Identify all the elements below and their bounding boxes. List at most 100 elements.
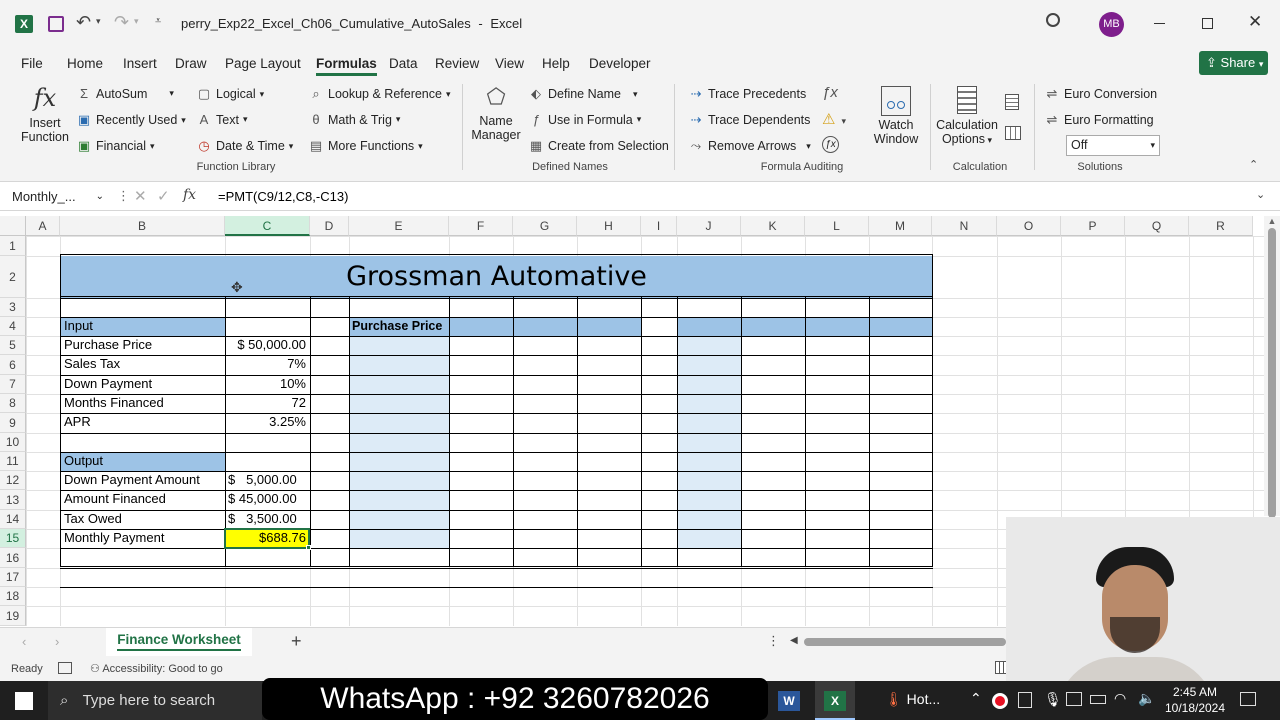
define-name-button[interactable]: ⬖ Define Name ▾	[528, 86, 637, 102]
lookup-reference-button[interactable]: ⌕ Lookup & Reference ▾	[308, 86, 450, 102]
more-options-icon[interactable]: ⋮	[117, 188, 130, 204]
undo-dropdown-icon[interactable]: ▾	[96, 16, 101, 27]
row-header-7[interactable]: 7	[0, 375, 26, 394]
column-header-i[interactable]: I	[641, 216, 677, 236]
row-header-1[interactable]: 1	[0, 236, 26, 256]
taskbar-search-box[interactable]: ⌕ Type here to search	[48, 681, 262, 720]
column-header-o[interactable]: O	[997, 216, 1061, 236]
row-header-16[interactable]: 16	[0, 548, 26, 568]
microphone-icon[interactable]: 🎙	[1044, 691, 1062, 708]
tab-options-icon[interactable]: ⋮	[767, 633, 780, 649]
input-label-sales-tax[interactable]: Sales Tax	[61, 355, 225, 373]
output-label-down-payment-amount[interactable]: Down Payment Amount	[61, 471, 225, 489]
undo-icon[interactable]: ↶	[76, 12, 91, 33]
tab-file[interactable]: File	[21, 56, 43, 71]
error-checking-icon[interactable]: ⚠ ▾	[822, 110, 846, 128]
show-formulas-icon[interactable]: ƒx	[822, 84, 838, 101]
row-header-9[interactable]: 9	[0, 413, 26, 433]
math-trig-button[interactable]: θ Math & Trig ▾	[308, 112, 400, 127]
restore-button[interactable]	[1202, 18, 1213, 29]
column-header-l[interactable]: L	[805, 216, 869, 236]
column-header-f[interactable]: F	[449, 216, 513, 236]
row-header-8[interactable]: 8	[0, 394, 26, 413]
windows-start-icon[interactable]	[15, 692, 33, 710]
title-cell[interactable]: Grossman Automative	[61, 257, 932, 296]
battery-icon[interactable]	[1090, 695, 1106, 704]
row-header-15[interactable]: 15	[0, 529, 26, 548]
more-functions-button[interactable]: ▤ More Functions ▾	[308, 138, 423, 154]
euro-select-dropdown[interactable]: Off ▾	[1066, 135, 1160, 156]
avatar[interactable]: MB	[1099, 12, 1124, 37]
column-header-d[interactable]: D	[310, 216, 349, 236]
sheet-tab-finance-worksheet[interactable]: Finance Worksheet	[106, 628, 252, 656]
notification-icon[interactable]	[1240, 692, 1256, 706]
input-value-months-financed[interactable]: 72	[225, 394, 309, 412]
text-button[interactable]: A Text ▾	[196, 112, 248, 127]
tab-review[interactable]: Review	[435, 56, 479, 71]
accessibility-status[interactable]: ⚇ Accessibility: Good to go	[90, 662, 223, 675]
logical-button[interactable]: ▢ Logical ▾	[196, 86, 264, 102]
column-header-k[interactable]: K	[741, 216, 805, 236]
calculate-sheet-icon[interactable]	[1005, 126, 1021, 140]
calculation-options-button[interactable]: Calculation Options ▾	[936, 86, 998, 146]
excel-taskbar-icon[interactable]: X	[815, 681, 855, 720]
insert-function-button[interactable]: fx Insert Function	[18, 84, 72, 144]
create-from-selection-button[interactable]: ▦ Create from Selection	[528, 138, 669, 154]
tab-view[interactable]: View	[495, 56, 524, 71]
output-value-down-payment-amount[interactable]: $ 5,000.00	[225, 471, 309, 489]
input-label-apr[interactable]: APR	[61, 413, 225, 431]
volume-icon[interactable]: 🔈	[1138, 690, 1155, 707]
name-box[interactable]: Monthly_... ⌄	[6, 187, 108, 207]
column-header-a[interactable]: A	[26, 216, 60, 236]
row-header-3[interactable]: 3	[0, 298, 26, 317]
add-sheet-icon[interactable]: +	[291, 631, 302, 652]
redo-dropdown-icon[interactable]: ▾	[134, 16, 139, 27]
purchase-price-header-cell[interactable]: Purchase Price	[349, 317, 449, 335]
column-header-m[interactable]: M	[869, 216, 932, 236]
row-header-14[interactable]: 14	[0, 510, 26, 529]
vertical-scrollbar-track[interactable]: ▲	[1264, 216, 1280, 518]
evaluate-formula-icon[interactable]: ƒx	[822, 136, 839, 153]
row-header-6[interactable]: 6	[0, 355, 26, 375]
euro-conversion-button[interactable]: ⇌ Euro Conversion	[1044, 86, 1158, 102]
date-time-button[interactable]: ◷ Date & Time ▾	[196, 138, 293, 154]
column-header-h[interactable]: H	[577, 216, 641, 236]
expand-formula-bar-icon[interactable]: ⌄	[1256, 188, 1265, 201]
output-label-amount-financed[interactable]: Amount Financed	[61, 490, 225, 508]
meet-icon[interactable]	[1066, 692, 1082, 706]
column-header-j[interactable]: J	[677, 216, 741, 236]
formula-input[interactable]: =PMT(C9/12,C8,-C13)	[218, 189, 348, 204]
clock[interactable]: 2:45 AM 10/18/2024	[1160, 684, 1230, 716]
record-icon[interactable]	[992, 693, 1008, 709]
share-button[interactable]: ⇪ Share ▾	[1199, 51, 1268, 75]
tab-page-layout[interactable]: Page Layout	[225, 56, 301, 71]
row-header-10[interactable]: 10	[0, 433, 26, 452]
autosum-button[interactable]: Σ AutoSum ▾	[76, 86, 174, 101]
recently-used-button[interactable]: ▣ Recently Used ▾	[76, 112, 186, 128]
row-header-18[interactable]: 18	[0, 587, 26, 606]
row-header-19[interactable]: 19	[0, 606, 26, 626]
cancel-entry-icon[interactable]: ✕	[134, 187, 147, 205]
output-value-amount-financed[interactable]: $ 45,000.00	[225, 490, 309, 508]
trace-precedents-button[interactable]: ⇢ Trace Precedents	[688, 86, 807, 102]
tab-help[interactable]: Help	[542, 56, 570, 71]
scroll-up-icon[interactable]: ▲	[1264, 216, 1280, 226]
insert-function-fx-icon[interactable]: fx	[183, 187, 196, 203]
column-header-p[interactable]: P	[1061, 216, 1125, 236]
financial-button[interactable]: ▣ Financial ▾	[76, 138, 155, 154]
calculate-now-icon[interactable]	[1005, 94, 1019, 110]
input-value-down-payment[interactable]: 10%	[225, 375, 309, 393]
tab-home[interactable]: Home	[67, 56, 103, 71]
tab-formulas[interactable]: Formulas	[316, 56, 377, 76]
input-value-purchase-price[interactable]: $ 50,000.00	[225, 336, 309, 354]
save-icon[interactable]	[48, 16, 64, 32]
row-header-11[interactable]: 11	[0, 452, 26, 471]
word-taskbar-icon[interactable]: W	[778, 691, 800, 711]
name-manager-button[interactable]: ⬠ Name Manager	[470, 84, 522, 142]
output-header-cell[interactable]: Output	[61, 452, 225, 470]
tab-data[interactable]: Data	[389, 56, 418, 71]
column-header-q[interactable]: Q	[1125, 216, 1189, 236]
confirm-entry-icon[interactable]: ✓	[157, 187, 170, 205]
row-header-2[interactable]: 2	[0, 256, 26, 298]
row-header-13[interactable]: 13	[0, 490, 26, 510]
